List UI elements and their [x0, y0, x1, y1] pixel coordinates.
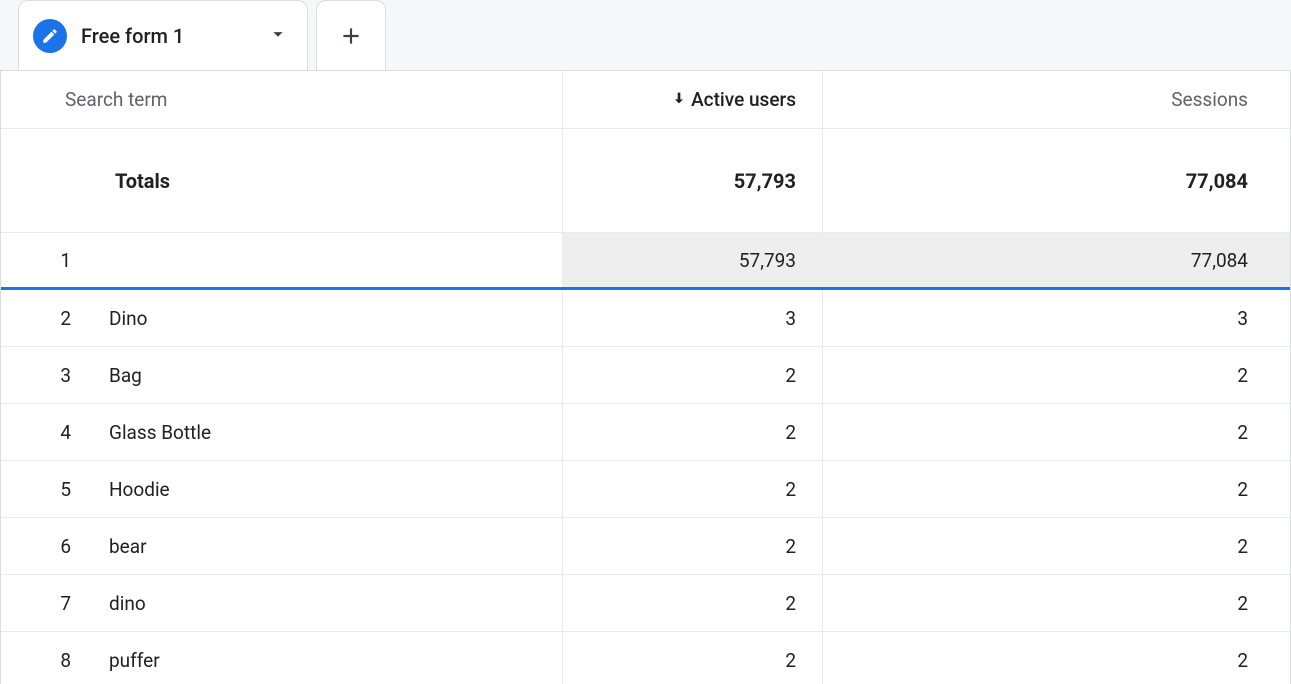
totals-sessions: 77,084 [1186, 169, 1248, 193]
row-index: 8 [57, 649, 71, 672]
row-sessions-cell: 2 [823, 575, 1290, 631]
table-totals-row: Totals 57,793 77,084 [1, 129, 1290, 233]
row-search-term: bear [109, 535, 147, 558]
row-index: 7 [57, 592, 71, 615]
row-sessions: 2 [1237, 649, 1248, 672]
table-row[interactable]: 2 Dino 3 3 [1, 290, 1290, 347]
row-active-users: 2 [785, 649, 796, 672]
column-header-sessions[interactable]: Sessions [823, 71, 1290, 128]
row-search-term: Dino [109, 307, 147, 330]
caret-down-icon[interactable] [267, 23, 289, 49]
row-sessions-cell: 2 [823, 404, 1290, 460]
row-search-term: dino [109, 592, 146, 615]
row-sessions: 3 [1237, 307, 1248, 330]
totals-label-cell: Totals [1, 129, 563, 232]
row-sessions: 2 [1237, 421, 1248, 444]
row-active-users: 2 [785, 592, 796, 615]
row-active-users-cell: 3 [563, 290, 823, 346]
totals-label: Totals [115, 169, 170, 193]
row-index: 3 [57, 364, 71, 387]
tab-label: Free form 1 [81, 24, 253, 48]
pencil-icon [33, 19, 67, 53]
row-active-users: 57,793 [739, 249, 796, 272]
row-dimension-cell: 3 Bag [1, 347, 563, 403]
row-search-term: Glass Bottle [109, 421, 211, 444]
tab-free-form-1[interactable]: Free form 1 [18, 0, 308, 70]
row-active-users: 2 [785, 478, 796, 501]
totals-active-users: 57,793 [734, 169, 796, 193]
row-active-users: 3 [785, 307, 796, 330]
row-sessions-cell: 2 [823, 347, 1290, 403]
row-active-users: 2 [785, 535, 796, 558]
row-dimension-cell: 4 Glass Bottle [1, 404, 563, 460]
row-active-users-cell: 2 [563, 347, 823, 403]
table-row[interactable]: 6 bear 2 2 [1, 518, 1290, 575]
table-row[interactable]: 8 puffer 2 2 [1, 632, 1290, 684]
table-row[interactable]: 7 dino 2 2 [1, 575, 1290, 632]
row-dimension-cell: 2 Dino [1, 290, 563, 346]
row-index: 1 [57, 249, 71, 272]
column-header-label: Active users [691, 88, 796, 111]
row-dimension-cell: 5 Hoodie [1, 461, 563, 517]
row-sessions: 2 [1237, 364, 1248, 387]
row-sessions-cell: 2 [823, 632, 1290, 684]
row-active-users-cell: 2 [563, 632, 823, 684]
totals-sessions-cell: 77,084 [823, 129, 1290, 232]
row-index: 6 [57, 535, 71, 558]
table-row[interactable]: 1 57,793 77,084 [1, 233, 1290, 290]
row-active-users-cell: 2 [563, 404, 823, 460]
row-active-users: 2 [785, 364, 796, 387]
table-header-row: Search term Active users Sessions [1, 71, 1290, 129]
row-sessions-cell: 2 [823, 518, 1290, 574]
row-search-term: Hoodie [109, 478, 170, 501]
row-sessions-cell: 2 [823, 461, 1290, 517]
column-header-label: Sessions [1171, 88, 1248, 111]
totals-active-users-cell: 57,793 [563, 129, 823, 232]
row-index: 2 [57, 307, 71, 330]
row-index: 4 [57, 421, 71, 444]
row-sessions-cell: 77,084 [823, 233, 1290, 287]
row-dimension-cell: 7 dino [1, 575, 563, 631]
row-index: 5 [57, 478, 71, 501]
report-table: Search term Active users Sessions Totals… [0, 70, 1291, 684]
row-sessions: 2 [1237, 535, 1248, 558]
column-header-active-users[interactable]: Active users [563, 71, 823, 128]
column-header-dimension[interactable]: Search term [1, 71, 563, 128]
row-sessions-cell: 3 [823, 290, 1290, 346]
row-active-users-cell: 2 [563, 518, 823, 574]
row-search-term: Bag [109, 364, 142, 387]
plus-icon [338, 23, 364, 49]
sort-descending-icon [671, 88, 687, 111]
row-dimension-cell: 8 puffer [1, 632, 563, 684]
row-dimension-cell: 1 [1, 233, 563, 287]
row-sessions: 77,084 [1191, 249, 1248, 272]
row-search-term: puffer [109, 649, 160, 672]
table-row[interactable]: 4 Glass Bottle 2 2 [1, 404, 1290, 461]
row-sessions: 2 [1237, 592, 1248, 615]
add-tab-button[interactable] [316, 0, 386, 70]
row-dimension-cell: 6 bear [1, 518, 563, 574]
table-row[interactable]: 3 Bag 2 2 [1, 347, 1290, 404]
row-active-users-cell: 2 [563, 575, 823, 631]
tab-strip: Free form 1 [0, 0, 1291, 70]
row-active-users-cell: 2 [563, 461, 823, 517]
row-active-users-cell: 57,793 [563, 233, 823, 287]
row-sessions: 2 [1237, 478, 1248, 501]
column-header-label: Search term [65, 88, 167, 111]
row-active-users: 2 [785, 421, 796, 444]
table-row[interactable]: 5 Hoodie 2 2 [1, 461, 1290, 518]
